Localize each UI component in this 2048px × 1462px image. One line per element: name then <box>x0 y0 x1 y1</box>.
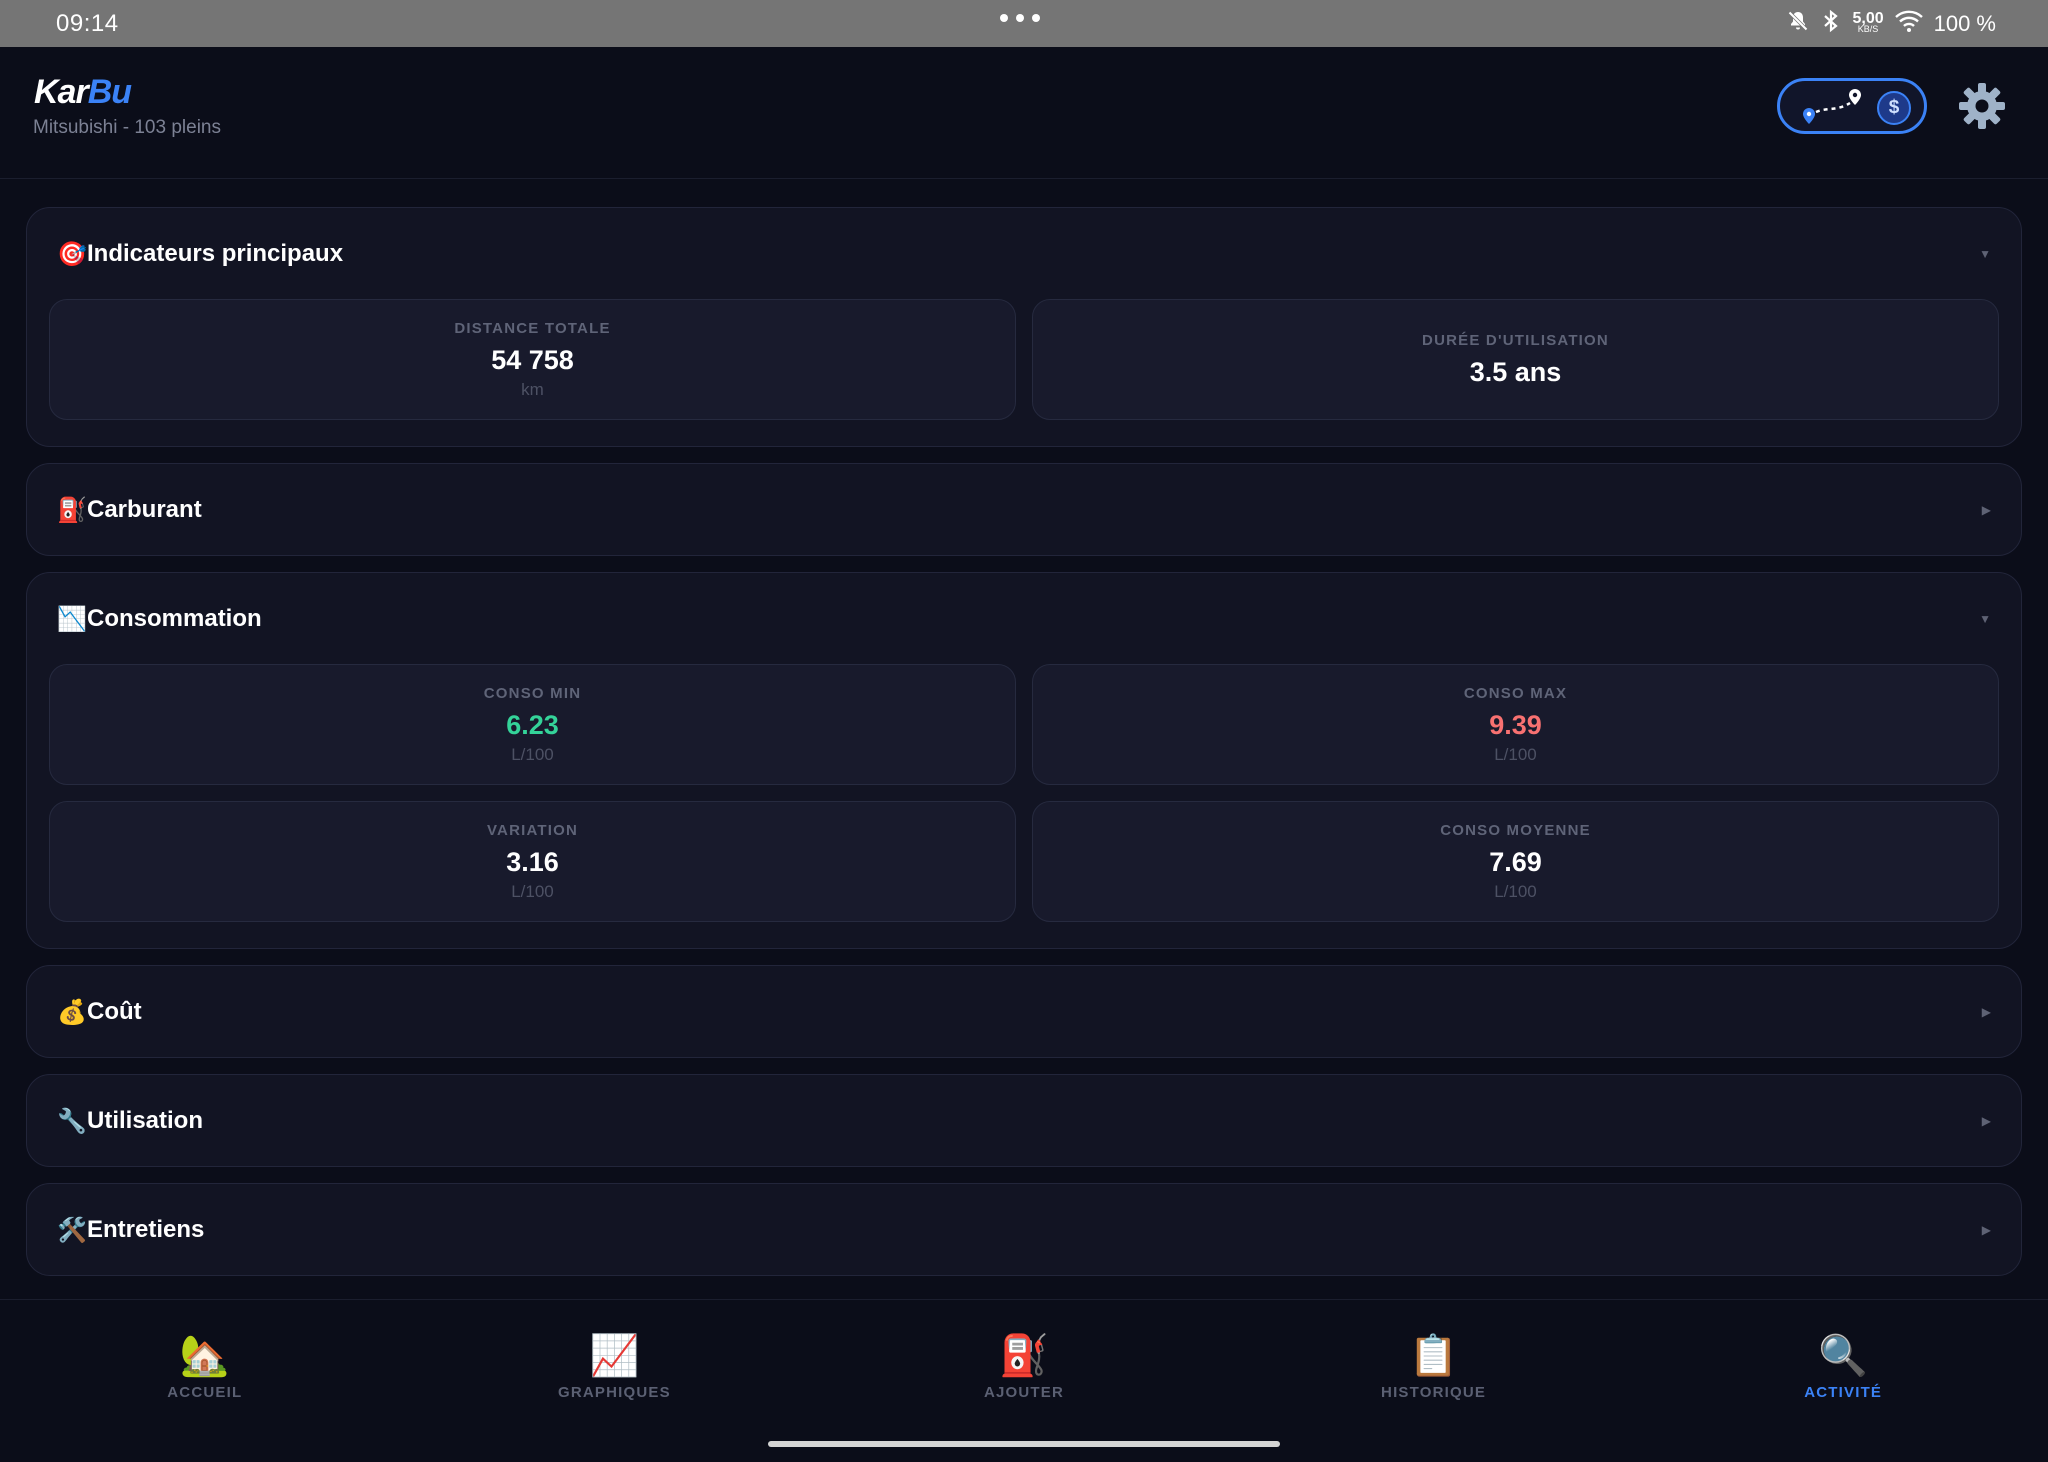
mode-toggle[interactable]: $ <box>1777 78 1927 134</box>
status-indicators: 5,00 KB/S 100 % <box>1786 9 1996 39</box>
section-cout: 💰 Coût ▶ <box>26 965 2022 1058</box>
status-time: 09:14 <box>56 9 119 37</box>
nav-label: GRAPHIQUES <box>557 1384 671 1401</box>
section-title: Consommation <box>87 604 262 632</box>
magnifier-icon: 🔍 <box>1818 1333 1869 1379</box>
nav-activite[interactable]: 🔍 ACTIVITÉ <box>1638 1300 2048 1435</box>
section-title: Carburant <box>87 495 202 523</box>
fuel-pump-icon: ⛽ <box>999 1333 1049 1379</box>
activity-content: 🎯 Indicateurs principaux ▼ DISTANCE TOTA… <box>26 207 2022 1292</box>
stat-label: CONSO MAX <box>1463 684 1568 702</box>
target-icon: 🎯 <box>57 239 87 268</box>
stat-unit: km <box>521 379 544 399</box>
stat-card-conso-min: CONSO MIN 6.23 L/100 <box>49 664 1016 785</box>
chevron-right-icon: ▶ <box>1981 502 1991 517</box>
stat-value: 3.5 ans <box>1469 356 1562 387</box>
stat-value: 54 758 <box>491 344 574 375</box>
nav-label: ACTIVITÉ <box>1804 1384 1883 1401</box>
section-header-consommation[interactable]: 📉 Consommation ▼ <box>49 573 1999 664</box>
gear-icon <box>1959 83 2005 129</box>
stats-grid: CONSO MIN 6.23 L/100 CONSO MAX 9.39 L/10… <box>49 664 1999 948</box>
section-header-indicateurs[interactable]: 🎯 Indicateurs principaux ▼ <box>49 208 1999 299</box>
app-header: KarBu Mitsubishi - 103 pleins $ <box>0 47 2048 179</box>
chevron-right-icon: ▶ <box>1981 1222 1991 1237</box>
section-title: Coût <box>87 997 142 1025</box>
nav-historique[interactable]: 📋 HISTORIQUE <box>1229 1300 1639 1435</box>
stat-unit: L/100 <box>511 881 554 901</box>
stat-card-duree: DURÉE D'UTILISATION 3.5 ans <box>1032 299 1999 420</box>
settings-button[interactable] <box>1954 78 2010 134</box>
bluetooth-icon <box>1820 9 1842 39</box>
stat-label: CONSO MOYENNE <box>1440 821 1591 839</box>
stat-label: DISTANCE TOTALE <box>454 319 611 337</box>
stat-value: 3.16 <box>506 846 559 877</box>
fuel-pump-icon: ⛽ <box>57 495 87 524</box>
bottom-nav: 🏡 ACCUEIL 📈 GRAPHIQUES ⛽ AJOUTER 📋 HISTO… <box>0 1299 2048 1435</box>
chart-increasing-icon: 📈 <box>589 1333 640 1379</box>
chevron-right-icon: ▶ <box>1981 1113 1991 1128</box>
section-title: Entretiens <box>87 1215 205 1243</box>
bell-off-icon <box>1786 9 1810 39</box>
nav-graphiques[interactable]: 📈 GRAPHIQUES <box>410 1300 820 1435</box>
chevron-down-icon: ▼ <box>1979 246 1991 261</box>
stats-grid: DISTANCE TOTALE 54 758 km DURÉE D'UTILIS… <box>49 299 1999 446</box>
section-consommation: 📉 Consommation ▼ CONSO MIN 6.23 L/100 CO… <box>26 572 2022 949</box>
section-title: Utilisation <box>87 1106 204 1134</box>
section-header-entretiens[interactable]: 🛠️ Entretiens ▶ <box>49 1184 1999 1275</box>
section-title: Indicateurs principaux <box>87 239 344 267</box>
stat-card-conso-moyenne: CONSO MOYENNE 7.69 L/100 <box>1032 801 1999 922</box>
route-icon <box>1803 89 1861 124</box>
battery-level: 100 % <box>1933 10 1996 36</box>
house-icon: 🏡 <box>179 1333 230 1379</box>
stat-card-distance: DISTANCE TOTALE 54 758 km <box>49 299 1016 420</box>
section-indicateurs-principaux: 🎯 Indicateurs principaux ▼ DISTANCE TOTA… <box>26 207 2022 447</box>
wrench-icon: 🔧 <box>57 1106 87 1135</box>
stat-label: DURÉE D'UTILISATION <box>1422 331 1609 349</box>
vehicle-subtitle: Mitsubishi - 103 pleins <box>33 117 221 138</box>
section-header-utilisation[interactable]: 🔧 Utilisation ▶ <box>49 1075 1999 1166</box>
section-utilisation: 🔧 Utilisation ▶ <box>26 1074 2022 1167</box>
stat-label: CONSO MIN <box>483 684 582 702</box>
clipboard-icon: 📋 <box>1408 1333 1459 1379</box>
home-indicator[interactable] <box>768 1441 1280 1447</box>
tools-icon: 🛠️ <box>57 1215 87 1244</box>
wifi-icon <box>1894 9 1924 39</box>
section-header-cout[interactable]: 💰 Coût ▶ <box>49 966 1999 1057</box>
app-logo: KarBu <box>34 73 132 111</box>
stat-value: 6.23 <box>506 709 559 740</box>
section-entretiens: 🛠️ Entretiens ▶ <box>26 1183 2022 1276</box>
stat-unit: L/100 <box>1494 881 1537 901</box>
stat-card-conso-max: CONSO MAX 9.39 L/100 <box>1032 664 1999 785</box>
nav-label: HISTORIQUE <box>1381 1384 1487 1401</box>
chart-decreasing-icon: 📉 <box>57 604 87 633</box>
section-carburant: ⛽ Carburant ▶ <box>26 463 2022 556</box>
chevron-down-icon: ▼ <box>1979 611 1991 626</box>
stat-value: 7.69 <box>1489 846 1542 877</box>
status-bar: 09:14 5,00 KB/S 100 % <box>0 0 2048 47</box>
stat-label: VARIATION <box>486 821 579 839</box>
nav-accueil[interactable]: 🏡 ACCUEIL <box>0 1300 410 1435</box>
stat-value: 9.39 <box>1489 709 1542 740</box>
chevron-right-icon: ▶ <box>1981 1004 1991 1019</box>
nav-label: AJOUTER <box>983 1384 1065 1401</box>
nav-label: ACCUEIL <box>167 1384 243 1401</box>
money-bag-icon: 💰 <box>57 997 87 1026</box>
stat-unit: L/100 <box>511 744 554 764</box>
more-dots-icon <box>1000 14 1040 22</box>
nav-ajouter[interactable]: ⛽ AJOUTER <box>819 1300 1229 1435</box>
dollar-coin-icon: $ <box>1877 91 1911 125</box>
section-header-carburant[interactable]: ⛽ Carburant ▶ <box>49 464 1999 555</box>
net-speed: 5,00 KB/S <box>1852 9 1884 34</box>
stat-unit: L/100 <box>1494 744 1537 764</box>
stat-card-variation: VARIATION 3.16 L/100 <box>49 801 1016 922</box>
